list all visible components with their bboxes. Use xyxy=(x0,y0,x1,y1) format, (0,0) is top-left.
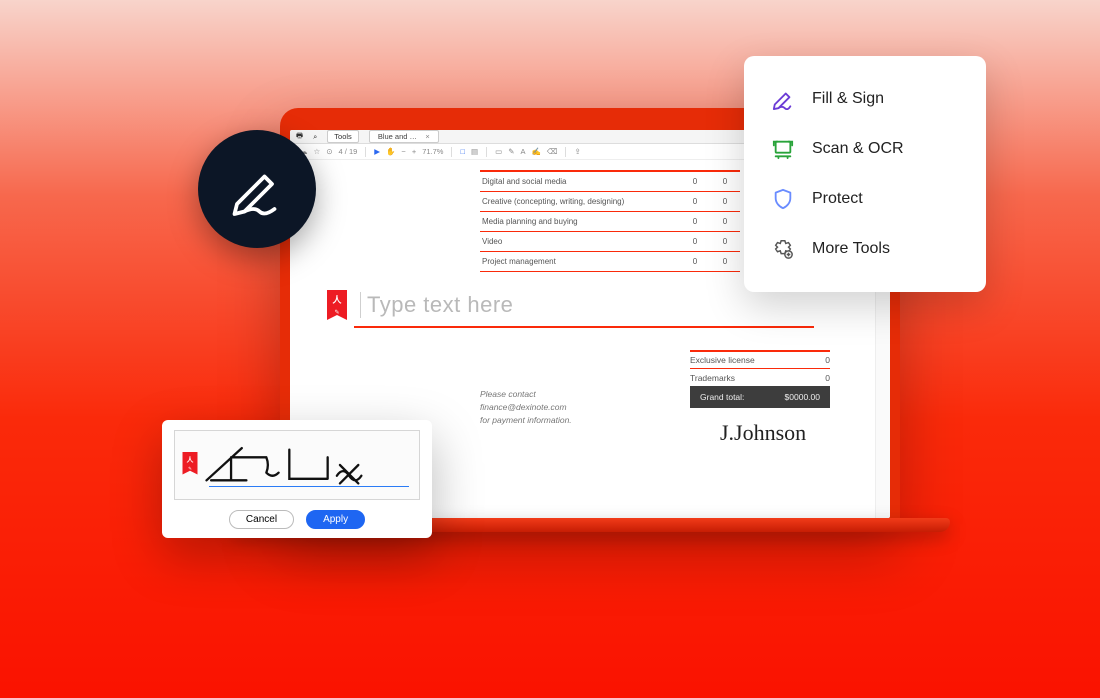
tool-label: Protect xyxy=(812,190,863,208)
table-row: Creative (concepting, writing, designing… xyxy=(480,192,740,212)
budget-table: Digital and social media00 Creative (con… xyxy=(480,170,740,272)
zoom-level[interactable]: 71.7% xyxy=(422,147,443,156)
tool-label: More Tools xyxy=(812,240,890,258)
document-tab[interactable]: Blue and White Ill... × xyxy=(369,130,439,143)
signature-icon xyxy=(227,159,287,219)
signature-canvas[interactable]: 人✎ Zac Fox xyxy=(174,430,420,500)
table-row: Media planning and buying00 xyxy=(480,212,740,232)
annot-erase-icon[interactable]: ⌫ xyxy=(547,147,558,156)
annot-sign-icon[interactable]: ✍ xyxy=(532,147,541,156)
svg-text:✎: ✎ xyxy=(334,309,339,316)
table-row: Project management00 xyxy=(480,252,740,272)
sign-hero-badge xyxy=(198,130,316,248)
tools-link[interactable]: Tools xyxy=(327,130,359,143)
protect-icon xyxy=(772,188,794,210)
table-row: Video00 xyxy=(480,232,740,252)
scan-ocr-icon xyxy=(772,138,794,160)
annot-highlight-icon[interactable]: ▭ xyxy=(495,147,502,156)
fill-placeholder: Type text here xyxy=(360,292,730,318)
cursor-icon[interactable]: ▶ xyxy=(374,147,380,156)
zoom-out-icon[interactable]: ⌕ xyxy=(313,132,317,142)
svg-text:人: 人 xyxy=(331,294,342,305)
tool-scan-ocr[interactable]: Scan & OCR xyxy=(744,124,986,174)
pdf-bookmark-icon: 人✎ xyxy=(181,452,199,478)
annot-draw-icon[interactable]: ✎ xyxy=(508,147,514,156)
tool-more[interactable]: More Tools xyxy=(744,224,986,274)
fill-sign-icon xyxy=(772,88,794,110)
existing-signature: J.Johnson xyxy=(720,420,806,446)
hand-icon[interactable]: ✋ xyxy=(386,147,395,156)
cancel-button[interactable]: Cancel xyxy=(229,510,294,529)
zoom-minus-icon[interactable]: − xyxy=(401,147,405,156)
tab-label: Blue and White Ill... xyxy=(378,132,422,141)
svg-text:人: 人 xyxy=(187,455,194,464)
totals-table: Exclusive license0 Trademarks0 Grand tot… xyxy=(690,350,830,408)
grand-total-row: Grand total:$0000.00 xyxy=(690,386,830,408)
tool-protect[interactable]: Protect xyxy=(744,174,986,224)
apply-button[interactable]: Apply xyxy=(306,510,365,529)
signature-dialog: 人✎ Zac Fox Cancel Apply xyxy=(162,420,432,538)
zoom-plus-icon[interactable]: + xyxy=(412,147,416,156)
page-up-icon[interactable]: ⊙ xyxy=(326,147,332,156)
pdf-bookmark-icon: 人✎ xyxy=(325,290,349,324)
table-row: Digital and social media00 xyxy=(480,172,740,192)
tool-label: Fill & Sign xyxy=(812,90,884,108)
share-icon[interactable]: ⇪ xyxy=(574,147,580,156)
annot-text-icon[interactable]: A xyxy=(521,147,526,156)
svg-text:✎: ✎ xyxy=(188,466,192,471)
drawn-signature xyxy=(205,442,374,488)
fill-text-field[interactable]: Type text here xyxy=(360,292,730,328)
page-display-icon[interactable]: ▤ xyxy=(471,147,478,156)
page-counter: 4 / 19 xyxy=(339,147,358,156)
tools-panel: Fill & Sign Scan & OCR Protect More Tool… xyxy=(744,56,986,292)
contact-info: Please contact finance@dexinote.com for … xyxy=(480,388,572,426)
select-tool-icon[interactable]: □ xyxy=(460,147,465,156)
star-icon[interactable]: ☆ xyxy=(314,147,321,156)
tool-label: Scan & OCR xyxy=(812,140,904,158)
more-tools-icon xyxy=(772,238,794,260)
print-icon[interactable]: 🖶 xyxy=(296,130,303,143)
close-tab-icon[interactable]: × xyxy=(425,132,429,141)
tool-fill-sign[interactable]: Fill & Sign xyxy=(744,74,986,124)
